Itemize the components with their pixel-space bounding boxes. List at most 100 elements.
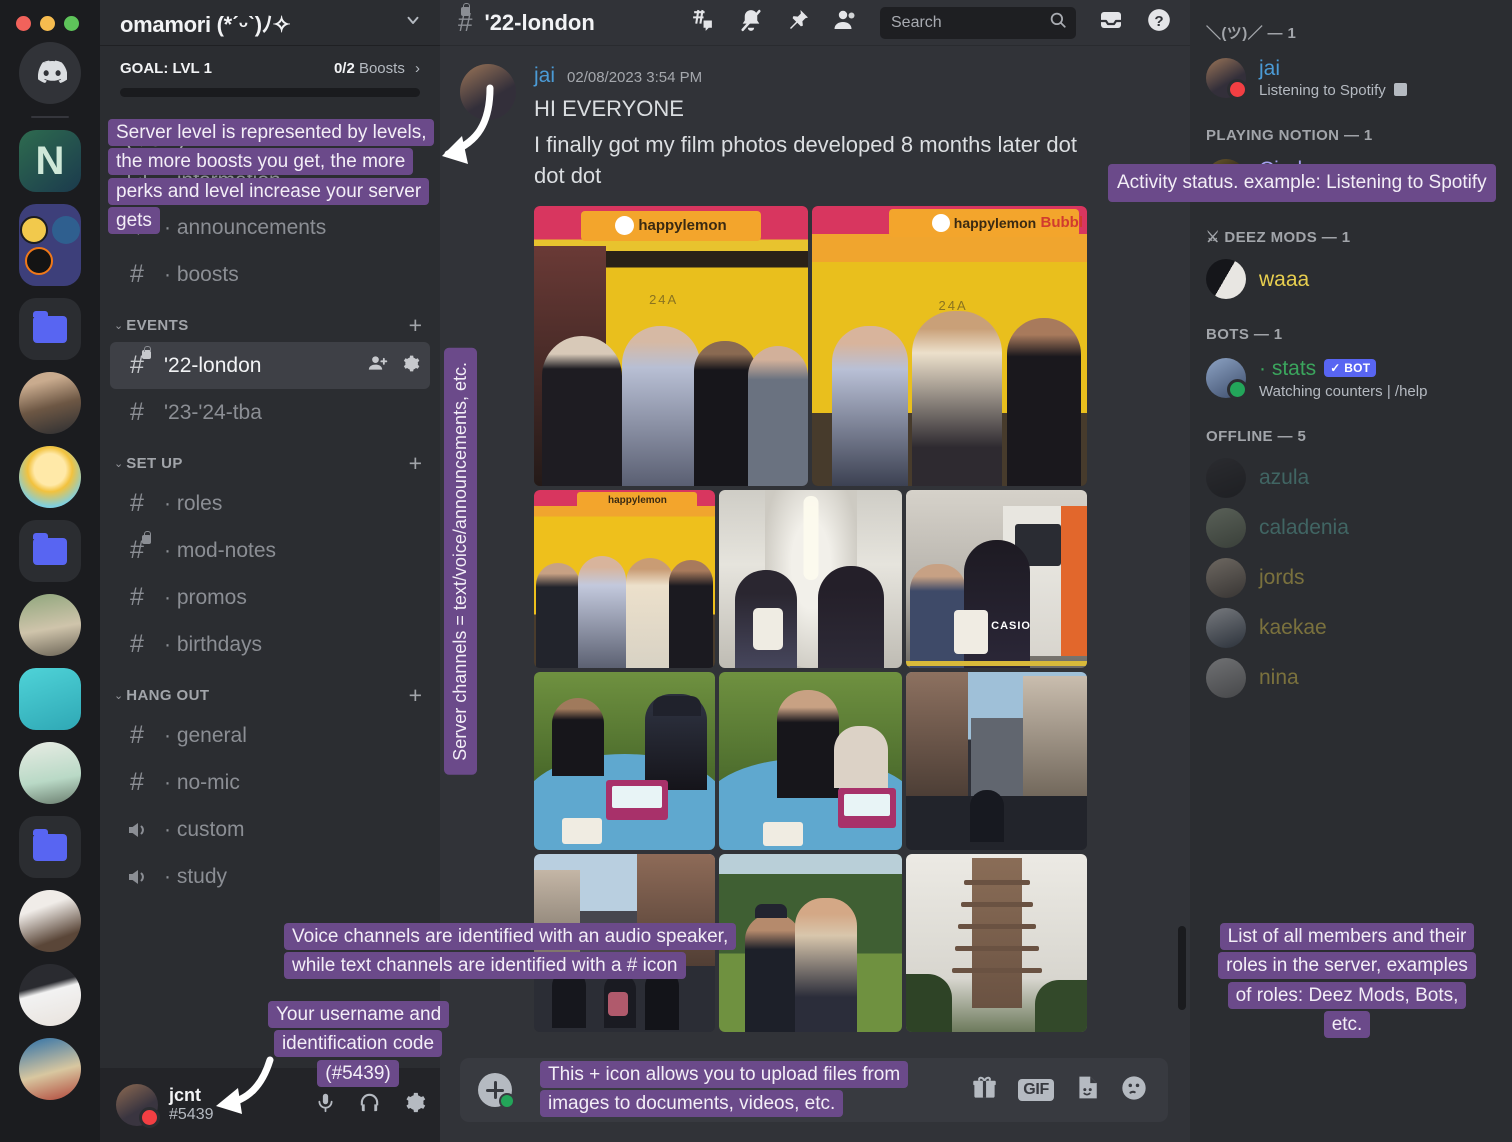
chevron-down-icon[interactable]: ⌄: [114, 457, 123, 470]
sidebar-item-general[interactable]: # · general: [110, 712, 430, 759]
threads-icon[interactable]: [689, 8, 716, 38]
lock-icon: [142, 535, 151, 544]
server-avatar-fox[interactable]: [19, 668, 81, 730]
member-row[interactable]: nina: [1190, 653, 1512, 703]
gear-icon[interactable]: [403, 1091, 426, 1119]
photo-pagoda[interactable]: [906, 854, 1087, 1032]
emoji-icon[interactable]: [1120, 1074, 1148, 1107]
rail-divider: [31, 116, 69, 118]
search-input[interactable]: Search: [880, 7, 1076, 39]
avatar[interactable]: [1206, 658, 1246, 698]
avatar[interactable]: [1206, 558, 1246, 598]
category-header-events[interactable]: ⌄ EVENTS +: [100, 298, 440, 342]
server-avatar-man[interactable]: [19, 372, 81, 434]
avatar[interactable]: [1206, 458, 1246, 498]
discord-home-button[interactable]: [19, 42, 81, 104]
text-channel-icon: #: [120, 260, 154, 289]
maximize-window-button[interactable]: [64, 16, 79, 31]
server-folder-2[interactable]: [19, 520, 81, 582]
gear-icon[interactable]: [401, 354, 420, 378]
sidebar-item-22-london[interactable]: # '22-london: [110, 342, 430, 389]
server-avatar-boba[interactable]: [19, 742, 81, 804]
server-boost-panel[interactable]: GOAL: LVL 1 0/2 Boosts ›: [100, 46, 440, 105]
photo-tube-platform[interactable]: CASIO: [906, 490, 1087, 668]
photo-happylemon-group-2[interactable]: happylemon Bubbl 24A: [812, 206, 1087, 486]
minimize-window-button[interactable]: [40, 16, 55, 31]
member-row-bot[interactable]: · stats✓ BOT Watching counters | /help: [1190, 351, 1512, 405]
microphone-icon[interactable]: [315, 1091, 336, 1119]
svg-text:?: ?: [1154, 13, 1163, 30]
member-row[interactable]: jords: [1190, 553, 1512, 603]
server-folder-1[interactable]: [19, 298, 81, 360]
member-name: jords: [1259, 565, 1305, 590]
pin-icon[interactable]: [786, 8, 810, 37]
member-name: caladenia: [1259, 515, 1349, 540]
server-icon-n[interactable]: N: [19, 130, 81, 192]
gif-icon[interactable]: GIF: [1018, 1079, 1054, 1101]
text-channel-icon: #: [120, 398, 154, 427]
sidebar-item-no-mic[interactable]: # · no-mic: [110, 759, 430, 806]
server-avatar-street[interactable]: [19, 594, 81, 656]
sidebar-item-boosts[interactable]: # · boosts: [110, 251, 430, 298]
sticker-icon[interactable]: [1074, 1074, 1100, 1106]
sidebar-item-23-24-tba[interactable]: # '23-'24-tba: [110, 389, 430, 436]
chevron-down-icon[interactable]: ⌄: [114, 689, 123, 702]
headphones-icon[interactable]: [358, 1091, 381, 1119]
avatar[interactable]: [1206, 508, 1246, 548]
search-icon[interactable]: [1049, 11, 1067, 34]
sidebar-item-study[interactable]: · study: [110, 853, 430, 900]
sidebar-item-mod-notes[interactable]: # · mod-notes: [110, 527, 430, 574]
avatar[interactable]: [1206, 608, 1246, 648]
category-header-hangout[interactable]: ⌄ HANG OUT +: [100, 668, 440, 712]
sidebar-item-custom[interactable]: · custom: [110, 806, 430, 853]
add-member-icon[interactable]: [368, 353, 388, 378]
server-avatar-shop[interactable]: [19, 1038, 81, 1100]
photo-happylemon-group-3[interactable]: happylemon: [534, 490, 715, 668]
member-row[interactable]: kaekae: [1190, 603, 1512, 653]
server-name: omamori (*ˊᵕˋ)ﾉ✧: [120, 7, 291, 39]
avatar[interactable]: [460, 64, 516, 120]
sidebar-item-promos[interactable]: # · promos: [110, 574, 430, 621]
member-group-title: ＼(ツ)／ — 1: [1190, 22, 1512, 51]
sidebar-item-roles[interactable]: # · roles: [110, 480, 430, 527]
gift-icon[interactable]: [971, 1074, 998, 1106]
chevron-right-icon[interactable]: ›: [415, 60, 420, 77]
chevron-down-icon[interactable]: ⌄: [114, 319, 123, 332]
photo-picnic-2[interactable]: [719, 672, 902, 850]
photo-london-street-1[interactable]: [906, 672, 1087, 850]
server-header[interactable]: omamori (*ˊᵕˋ)ﾉ✧: [100, 0, 440, 46]
member-activity: Listening to Spotify: [1259, 82, 1407, 100]
server-folder-3[interactable]: [19, 816, 81, 878]
member-row[interactable]: waaa: [1190, 254, 1512, 304]
plus-upload-icon[interactable]: [478, 1073, 512, 1107]
server-folder-group[interactable]: [19, 204, 81, 286]
photo-happylemon-group-1[interactable]: happylemon 24A: [534, 206, 808, 486]
sidebar-item-birthdays[interactable]: # · birthdays: [110, 621, 430, 668]
category-header-setup[interactable]: ⌄ SET UP +: [100, 436, 440, 480]
close-window-button[interactable]: [16, 16, 31, 31]
bell-muted-icon[interactable]: [738, 8, 764, 38]
member-row[interactable]: caladenia: [1190, 503, 1512, 553]
add-channel-button[interactable]: +: [409, 684, 422, 707]
members-icon[interactable]: [832, 8, 858, 37]
avatar[interactable]: [1206, 58, 1246, 98]
chevron-down-icon[interactable]: [404, 11, 422, 34]
avatar[interactable]: [1206, 358, 1246, 398]
photo-tube-tunnel[interactable]: [719, 490, 902, 668]
photo-picnic-1[interactable]: [534, 672, 715, 850]
avatar[interactable]: [1206, 259, 1246, 299]
add-channel-button[interactable]: +: [409, 314, 422, 337]
server-avatar-anime[interactable]: [19, 890, 81, 952]
annotation-username-note: Your username and identification code (#…: [268, 1000, 448, 1088]
server-avatar-rainbow[interactable]: [19, 446, 81, 508]
add-channel-button[interactable]: +: [409, 452, 422, 475]
server-avatar-ghost[interactable]: [19, 964, 81, 1026]
inbox-icon[interactable]: [1098, 8, 1124, 37]
message-author[interactable]: jai: [534, 64, 555, 88]
member-row[interactable]: jai Listening to Spotify: [1190, 51, 1512, 105]
photo-park-pair[interactable]: [719, 854, 902, 1032]
message-scrollbar[interactable]: [1178, 926, 1186, 1010]
member-row[interactable]: azula: [1190, 453, 1512, 503]
help-icon[interactable]: ?: [1146, 7, 1172, 38]
avatar[interactable]: [116, 1084, 158, 1126]
